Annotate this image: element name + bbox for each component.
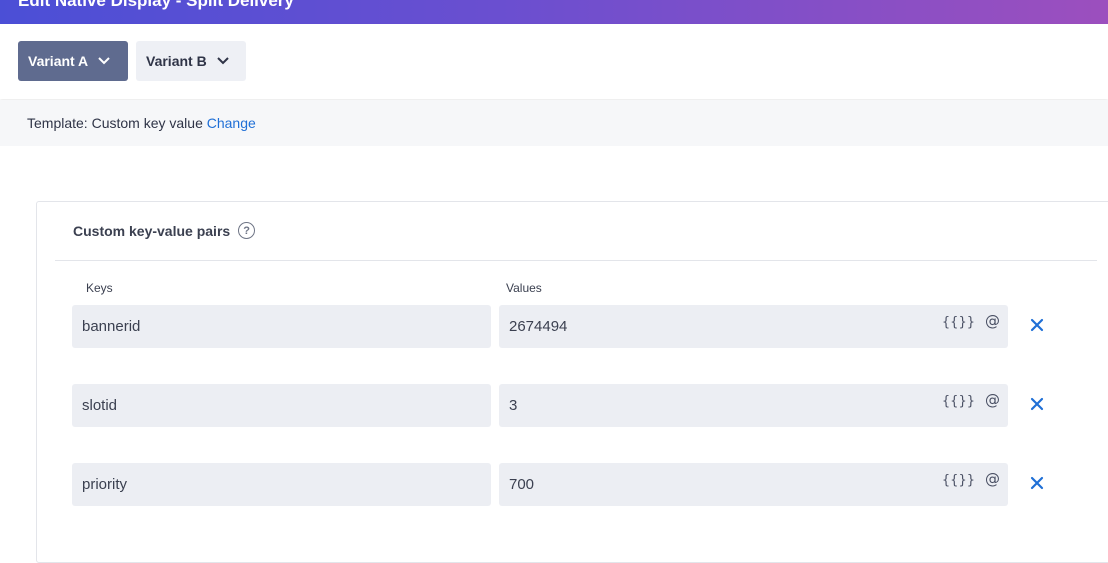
at-icon[interactable]: @ — [985, 312, 1000, 330]
personalize-icon[interactable]: {{}} — [942, 394, 975, 409]
variant-tabs: Variant A Variant B — [0, 24, 1108, 99]
change-template-link[interactable]: Change — [207, 115, 256, 131]
chevron-down-icon — [98, 57, 110, 65]
chevron-down-icon — [216, 57, 229, 65]
key-input[interactable]: priority — [72, 463, 491, 506]
at-icon[interactable]: @ — [985, 391, 1000, 409]
key-input[interactable]: bannerid — [72, 305, 491, 348]
value-input[interactable]: 700 {{}} @ — [499, 463, 1008, 506]
question-circle-icon[interactable]: ? — [238, 222, 256, 239]
key-input[interactable]: slotid — [72, 384, 491, 427]
value-input[interactable]: 3 {{}} @ — [499, 384, 1008, 427]
values-column-header: Values — [506, 281, 542, 295]
variant-a-dropdown[interactable]: Variant A — [18, 41, 128, 81]
value-text: 3 — [509, 397, 518, 414]
template-info: Template: Custom key value Change — [27, 115, 256, 131]
close-icon[interactable] — [1029, 317, 1045, 333]
keys-column-header: Keys — [86, 281, 113, 295]
at-icon[interactable]: @ — [985, 470, 1000, 488]
value-text: 2674494 — [509, 318, 568, 335]
value-text: 700 — [509, 476, 535, 493]
personalize-icon[interactable]: {{}} — [942, 473, 975, 488]
close-icon[interactable] — [1029, 396, 1045, 412]
close-icon[interactable] — [1029, 475, 1045, 491]
personalize-icon[interactable]: {{}} — [942, 315, 975, 330]
value-input[interactable]: 2674494 {{}} @ — [499, 305, 1008, 348]
variant-a-label: Variant A — [28, 53, 89, 69]
kv-panel-header: Custom key-value pairs ? — [73, 222, 256, 239]
page-title: Edit Native Display - Split Delivery — [18, 0, 294, 10]
kv-panel-title: Custom key-value pairs — [73, 222, 231, 239]
template-label: Template: Custom key value — [27, 115, 203, 131]
template-bar: Template: Custom key value Change — [0, 100, 1108, 146]
header-bar: Edit Native Display - Split Delivery — [0, 0, 1108, 24]
variant-b-label: Variant B — [146, 53, 207, 69]
divider — [55, 260, 1097, 261]
variant-b-dropdown[interactable]: Variant B — [136, 41, 246, 81]
kv-panel: Custom key-value pairs ? Keys Values ban… — [36, 201, 1108, 563]
